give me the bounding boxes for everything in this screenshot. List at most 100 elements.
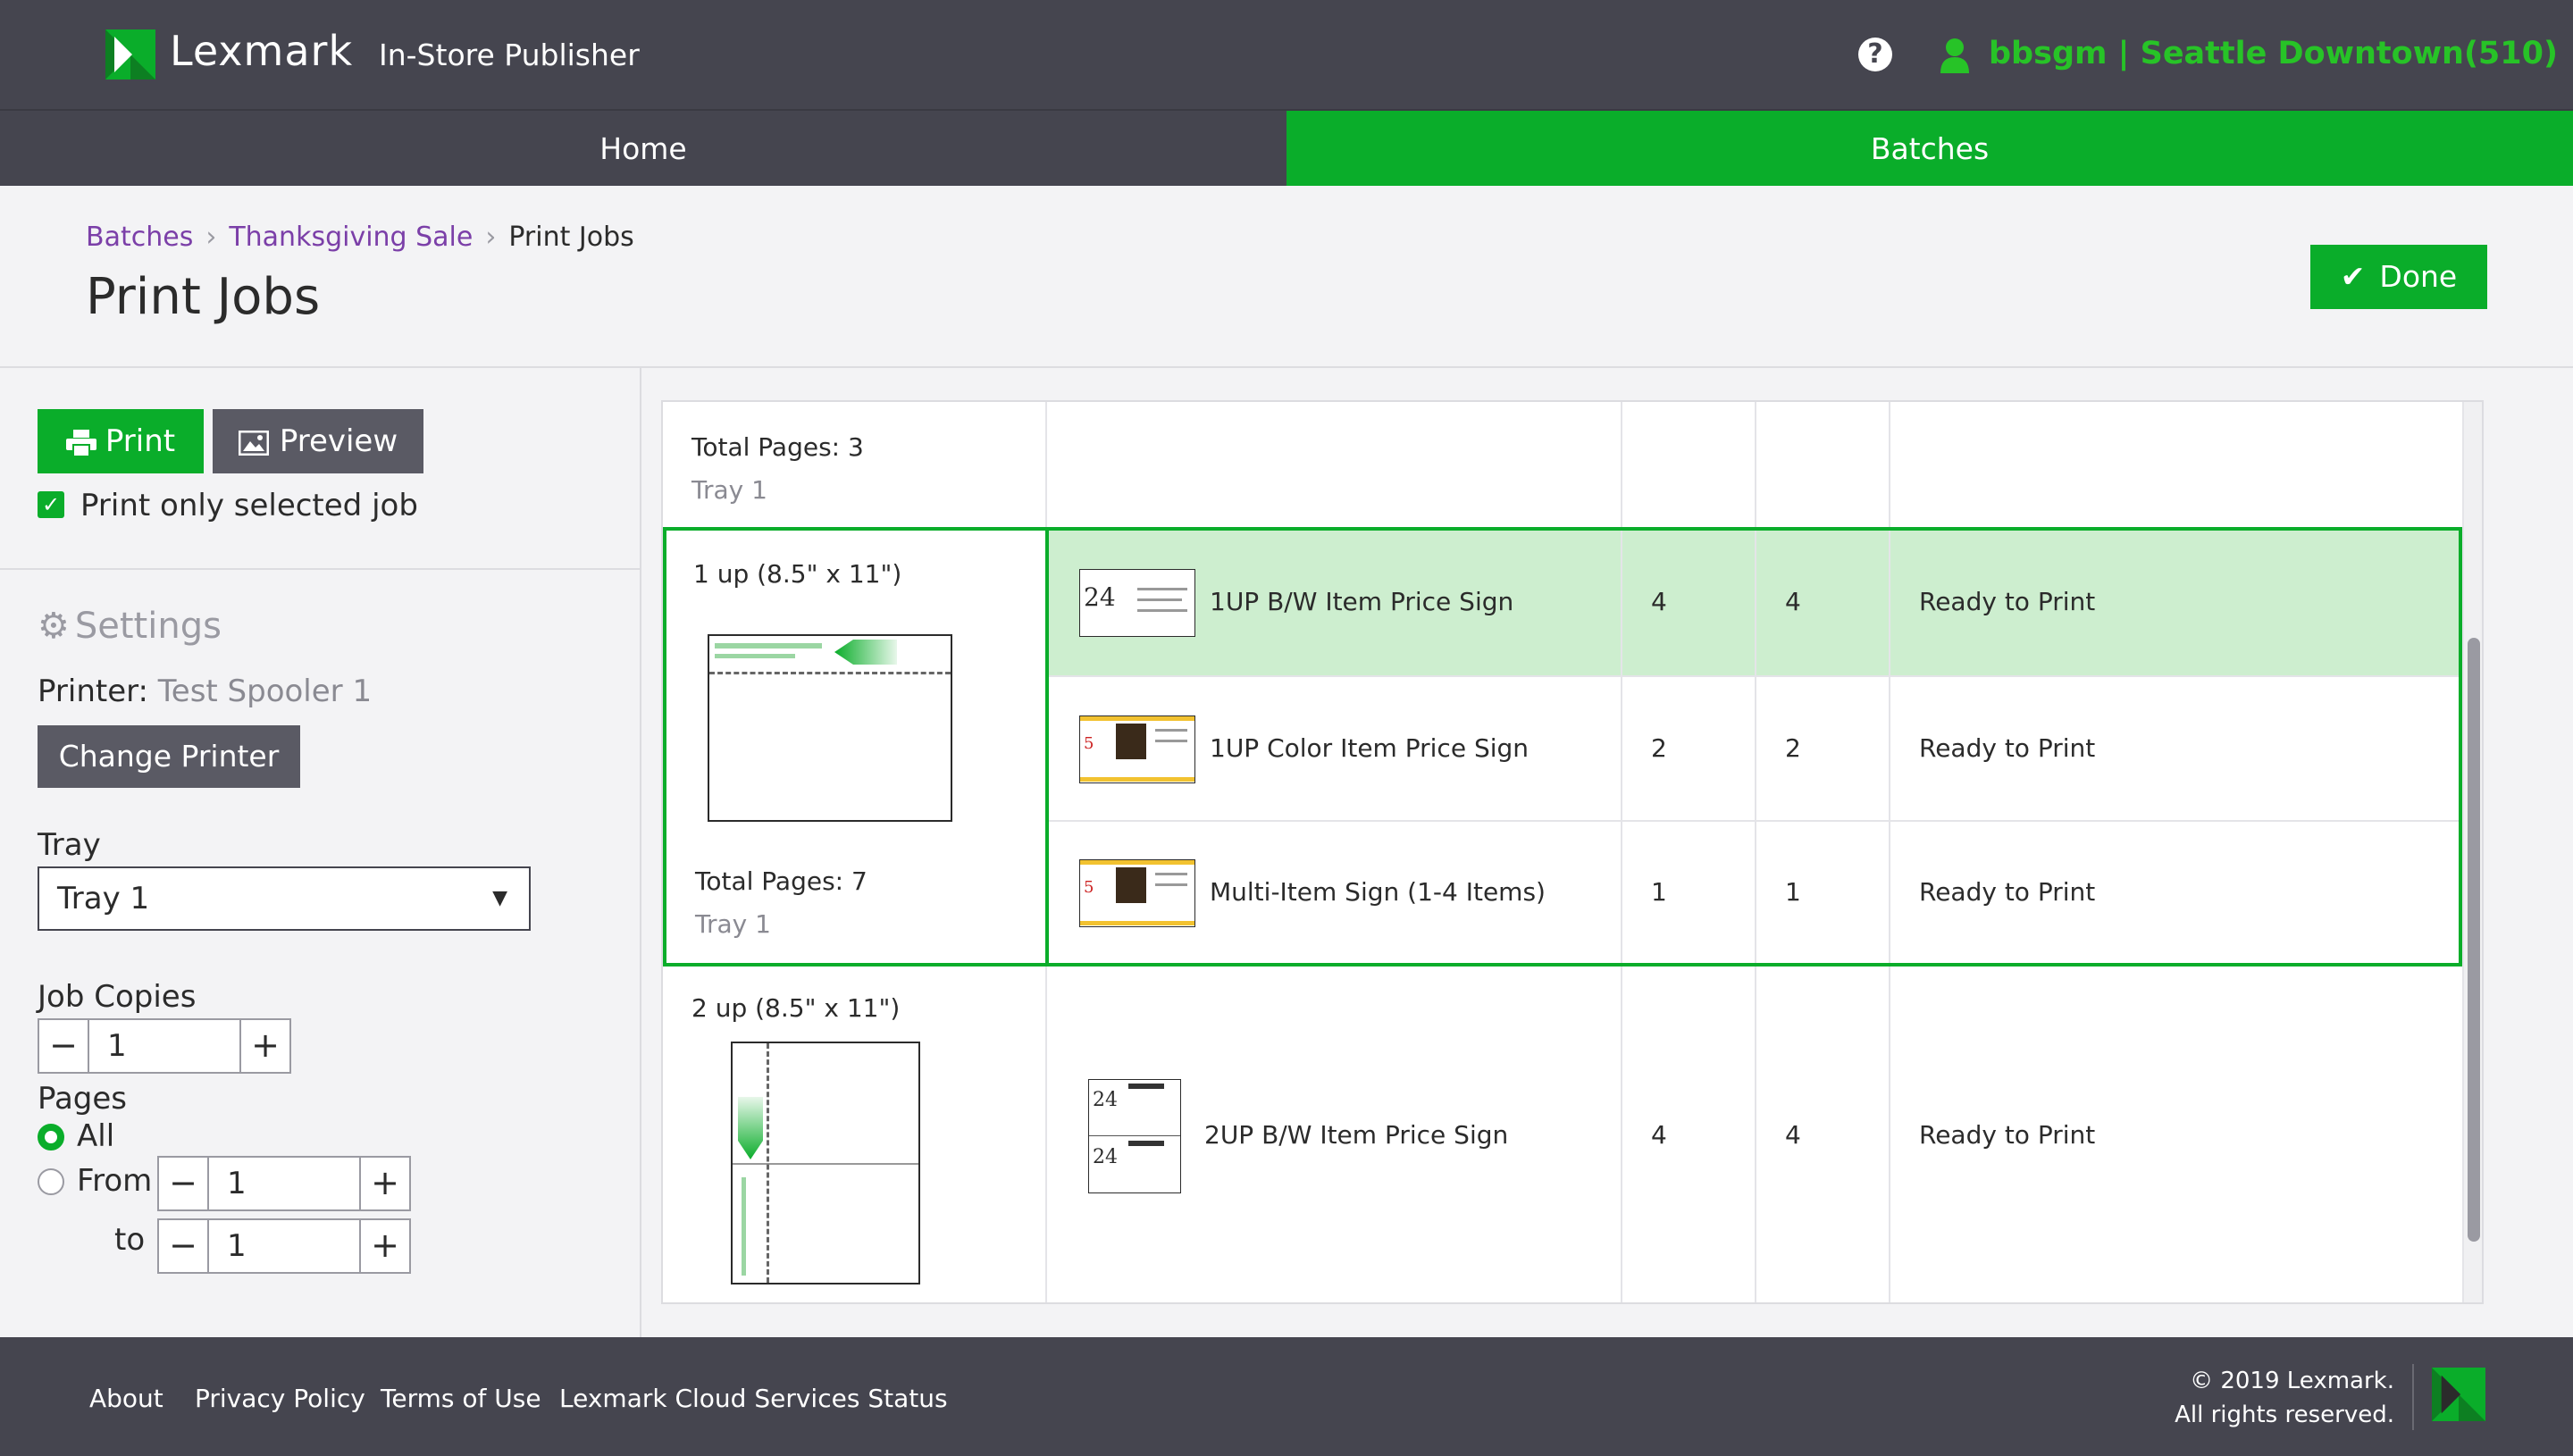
pages-from-radio[interactable] [38,1168,64,1195]
copyright-line2: All rights reserved. [2175,1402,2394,1428]
copyright-line1: © 2019 Lexmark. [2190,1368,2394,1394]
job-status: Ready to Print [1919,733,2096,763]
scrollbar-thumb[interactable] [2468,638,2480,1242]
total-pages: Total Pages: 3 [691,432,864,462]
group-layout: 1 up (8.5" x 11") [693,559,902,589]
job-status: Ready to Print [1919,877,2096,907]
table-cell [1756,529,1890,677]
job-status: Ready to Print [1919,1120,2096,1150]
page-title: Print Jobs [86,268,321,326]
breadcrumb: Batches › Thanksgiving Sale › Print Jobs [86,222,634,253]
job-name: 2UP B/W Item Price Sign [1204,1120,1509,1150]
table-cell [1622,965,1756,1302]
print-settings-panel: Print Preview ✓ Print only selected job … [0,368,641,1337]
preview-button[interactable]: Preview [213,409,423,473]
job-copies-input[interactable]: 1 [107,1020,127,1072]
user-icon[interactable] [1939,38,1971,73]
pages-all-label: All [77,1118,115,1154]
pages-to-input[interactable]: 1 [227,1220,247,1272]
table-cell [1622,529,1756,677]
print-button[interactable]: Print [38,409,204,473]
divider [0,568,640,570]
footer-link-status[interactable]: Lexmark Cloud Services Status [559,1384,948,1413]
preview-label: Preview [279,423,398,459]
print-jobs-table: Total Pages: 3 Tray 1 1 up (8.5" x 11") … [661,400,2484,1304]
group-cell [663,402,1047,529]
increment-button[interactable]: + [359,1220,409,1272]
image-icon [238,430,270,456]
group-layout: 2 up (8.5" x 11") [691,993,901,1023]
footer-link-privacy[interactable]: Privacy Policy [195,1384,365,1413]
pages-label: Pages [38,1081,128,1117]
chevron-right-icon: › [485,222,497,253]
job-pages: 4 [1785,587,1801,616]
scrollbar[interactable] [2464,402,2482,1302]
breadcrumb-batches[interactable]: Batches [86,222,193,253]
table-cell [1756,402,1890,529]
total-pages: Total Pages: 7 [695,866,867,896]
help-icon[interactable]: ? [1858,38,1892,71]
change-printer-button[interactable]: Change Printer [38,725,300,788]
increment-button[interactable]: + [359,1158,409,1209]
pages-to-label: to [114,1222,146,1258]
printer-label: Printer: [38,674,148,709]
product-name: In-Store Publisher [379,38,640,72]
done-label: Done [2379,259,2458,294]
job-quantity: 4 [1651,1120,1667,1150]
chevron-right-icon: › [205,222,217,253]
job-quantity: 2 [1651,733,1667,763]
footer-link-terms[interactable]: Terms of Use [381,1384,541,1413]
sign-thumbnail: 24 [1079,569,1195,637]
printer-value: Test Spooler 1 [157,674,373,709]
layout-preview-1up [708,634,952,822]
print-label: Print [105,423,176,459]
print-selected-only-checkbox[interactable]: ✓ [38,491,64,518]
sign-thumbnail: 5 [1079,715,1195,783]
pages-from-stepper: − 1 + [157,1156,411,1211]
breadcrumb-thanksgiving-sale[interactable]: Thanksgiving Sale [229,222,473,253]
job-quantity: 4 [1651,587,1667,616]
lexmark-logo-icon[interactable] [105,29,155,79]
pages-from-label: From [77,1163,153,1199]
main-nav: Home Batches [0,109,2573,188]
gear-icon: ⚙ [38,606,70,647]
tab-batches[interactable]: Batches [1286,111,2573,188]
decrement-button[interactable]: − [159,1220,209,1272]
pages-all-radio[interactable] [38,1124,64,1151]
page-header: Batches › Thanksgiving Sale › Print Jobs Pri… [0,186,2573,368]
layout-preview-2up [731,1042,920,1284]
group-divider [1045,529,1049,965]
tray-select[interactable]: Tray 1 ▼ [38,866,531,931]
table-cell [1622,822,1756,965]
tray-label: Tray [38,827,101,863]
decrement-button[interactable]: − [159,1158,209,1209]
table-cell [1890,402,2464,529]
footer-link-about[interactable]: About [89,1384,163,1413]
done-button[interactable]: ✔ Done [2310,245,2487,309]
sign-thumbnail: 5 [1079,859,1195,927]
increment-button[interactable]: + [239,1020,289,1072]
caret-down-icon: ▼ [492,887,507,909]
job-name: 1UP Color Item Price Sign [1210,733,1530,763]
pages-to-stepper: − 1 + [157,1218,411,1274]
job-copies-label: Job Copies [38,979,197,1015]
table-cell [1622,402,1756,529]
job-name: Multi-Item Sign (1-4 Items) [1210,877,1546,907]
table-cell [1756,822,1890,965]
job-quantity: 1 [1651,877,1667,907]
tab-home[interactable]: Home [0,111,1286,188]
footer-divider [2412,1364,2414,1430]
print-selected-only-label: Print only selected job [80,488,418,523]
footer: About Privacy Policy Terms of Use Lexmar… [0,1337,2573,1456]
job-name: 1UP B/W Item Price Sign [1210,587,1514,616]
table-cell [1622,677,1756,822]
printer-info: Printer: Test Spooler 1 [38,674,372,709]
pages-from-input[interactable]: 1 [227,1158,247,1209]
decrement-button[interactable]: − [39,1020,89,1072]
job-pages: 4 [1785,1120,1801,1150]
settings-heading: ⚙ Settings [38,606,222,647]
tray-info: Tray 1 [691,475,767,505]
user-menu[interactable]: bbsgm | Seattle Downtown(510) ▼ [1989,36,2573,71]
checkmark-icon: ✔ [2340,259,2366,294]
breadcrumb-current: Print Jobs [508,222,634,253]
